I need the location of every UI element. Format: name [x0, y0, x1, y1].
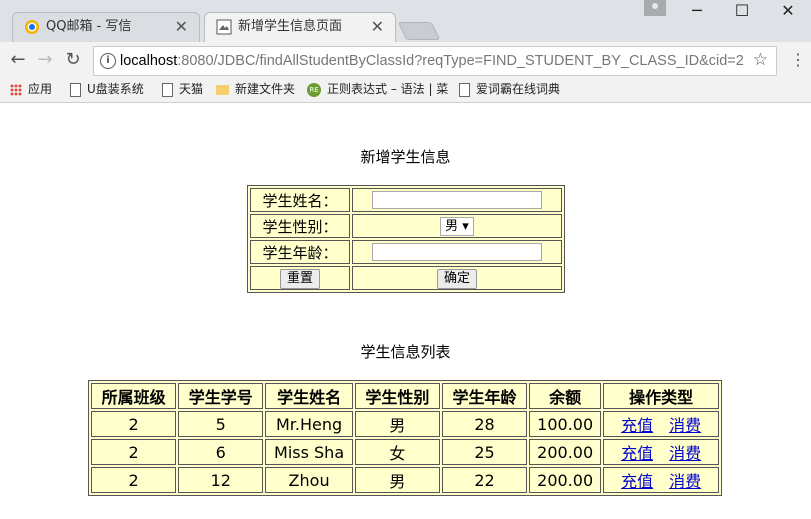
cell-name: Miss Sha	[265, 439, 353, 465]
list-title: 学生信息列表	[360, 343, 451, 361]
header-action: 操作类型	[603, 383, 719, 409]
tab-title: QQ邮箱 - 写信	[46, 19, 132, 34]
name-label: 学生姓名：	[250, 188, 350, 212]
recharge-link[interactable]: 充值	[621, 416, 653, 435]
header-balance: 余额	[529, 383, 602, 409]
tab-add-student[interactable]: 新增学生信息页面 ✕	[204, 12, 396, 42]
table-row: 2 12 Zhou 男 22 200.00 充值 消费	[91, 467, 719, 493]
cell-class: 2	[91, 411, 177, 437]
header-id: 学生学号	[178, 383, 264, 409]
cell-gender: 男	[354, 467, 440, 493]
add-student-form: 学生姓名： 学生性别： 男 ▾ 学生年龄： 重置 确定	[247, 185, 565, 293]
spend-link[interactable]: 消费	[669, 472, 701, 491]
header-age: 学生年龄	[441, 383, 528, 409]
close-tab-icon[interactable]: ✕	[175, 12, 188, 42]
tab-qq-mail[interactable]: QQ邮箱 - 写信 ✕	[12, 12, 200, 42]
submit-button[interactable]: 确定	[436, 268, 477, 289]
cell-name: Mr.Heng	[265, 411, 353, 437]
student-table: 所属班级 学生学号 学生姓名 学生性别 学生年龄 余额 操作类型 2 5 Mr.…	[88, 380, 722, 496]
maximize-button[interactable]: ☐	[724, 0, 760, 22]
cell-balance: 200.00	[529, 467, 602, 493]
regex-icon: RE	[307, 82, 321, 97]
new-tab-button[interactable]	[397, 22, 441, 40]
age-label: 学生年龄：	[250, 240, 350, 264]
header-gender: 学生性别	[354, 383, 440, 409]
apps-icon	[10, 83, 22, 96]
folder-icon	[216, 84, 229, 95]
url-text[interactable]: localhost:8080/JDBC/findAllStudentByClas…	[120, 47, 744, 75]
close-window-button[interactable]: ✕	[770, 0, 806, 22]
cell-class: 2	[91, 467, 177, 493]
bookmark-usb[interactable]: U盘装系统	[70, 78, 144, 102]
forward-arrow-icon[interactable]: →	[33, 48, 57, 72]
cell-balance: 200.00	[529, 439, 602, 465]
cell-age: 25	[441, 439, 528, 465]
title-bar: QQ邮箱 - 写信 ✕ 新增学生信息页面 ✕ ─ ☐ ✕	[0, 0, 811, 42]
header-class: 所属班级	[91, 383, 177, 409]
toolbar: ← → ↻ i localhost:8080/JDBC/findAllStude…	[0, 42, 811, 78]
spend-link[interactable]: 消费	[669, 444, 701, 463]
cell-id: 5	[178, 411, 264, 437]
page-icon	[70, 82, 81, 97]
cell-name: Zhou	[265, 467, 353, 493]
bookmark-tmall[interactable]: 天猫	[162, 78, 203, 102]
cell-actions: 充值 消费	[603, 439, 719, 465]
qq-mail-icon	[25, 20, 39, 34]
table-row: 2 6 Miss Sha 女 25 200.00 充值 消费	[91, 439, 719, 465]
bookmarks-bar: 应用 U盘装系统 天猫 新建文件夹 RE 正则表达式 – 语法 | 菜 爱词霸在线…	[0, 78, 811, 103]
cell-gender: 男	[354, 411, 440, 437]
gender-label: 学生性别：	[250, 214, 350, 238]
reload-icon[interactable]: ↻	[61, 48, 85, 72]
gender-select[interactable]: 男 ▾	[440, 217, 474, 236]
bookmark-folder[interactable]: 新建文件夹	[216, 78, 295, 102]
cell-age: 28	[441, 411, 528, 437]
info-icon[interactable]: i	[100, 53, 116, 69]
age-input[interactable]	[372, 243, 542, 262]
name-input[interactable]	[372, 191, 542, 210]
cell-balance: 100.00	[529, 411, 602, 437]
bookmark-star-icon[interactable]: ☆	[753, 50, 768, 70]
bookmark-apps[interactable]: 应用	[10, 78, 52, 102]
form-title: 新增学生信息	[360, 148, 451, 166]
cell-age: 22	[441, 467, 528, 493]
back-arrow-icon[interactable]: ←	[6, 48, 30, 72]
cell-gender: 女	[354, 439, 440, 465]
bookmark-regex[interactable]: RE 正则表达式 – 语法 | 菜	[307, 78, 448, 102]
page-icon	[162, 82, 173, 97]
cell-actions: 充值 消费	[603, 411, 719, 437]
spend-link[interactable]: 消费	[669, 416, 701, 435]
profile-icon[interactable]	[644, 0, 666, 16]
reset-button[interactable]: 重置	[279, 268, 320, 289]
cell-id: 12	[178, 467, 264, 493]
cell-id: 6	[178, 439, 264, 465]
table-row: 2 5 Mr.Heng 男 28 100.00 充值 消费	[91, 411, 719, 437]
cell-actions: 充值 消费	[603, 467, 719, 493]
recharge-link[interactable]: 充值	[621, 444, 653, 463]
close-tab-icon[interactable]: ✕	[371, 12, 384, 42]
header-name: 学生姓名	[265, 383, 353, 409]
bookmark-iciba[interactable]: 爱词霸在线词典	[459, 78, 560, 102]
cell-class: 2	[91, 439, 177, 465]
tab-title: 新增学生信息页面	[238, 19, 343, 34]
address-bar[interactable]: i localhost:8080/JDBC/findAllStudentByCl…	[93, 46, 777, 76]
page-content: 新增学生信息 学生姓名： 学生性别： 男 ▾ 学生年龄： 重置 确定 学生信息列…	[0, 103, 811, 519]
minimize-button[interactable]: ─	[679, 0, 715, 22]
menu-icon[interactable]: ⋮	[790, 50, 806, 69]
page-icon	[459, 82, 470, 97]
recharge-link[interactable]: 充值	[621, 472, 653, 491]
document-icon	[216, 19, 232, 35]
table-header-row: 所属班级 学生学号 学生姓名 学生性别 学生年龄 余额 操作类型	[91, 383, 719, 409]
